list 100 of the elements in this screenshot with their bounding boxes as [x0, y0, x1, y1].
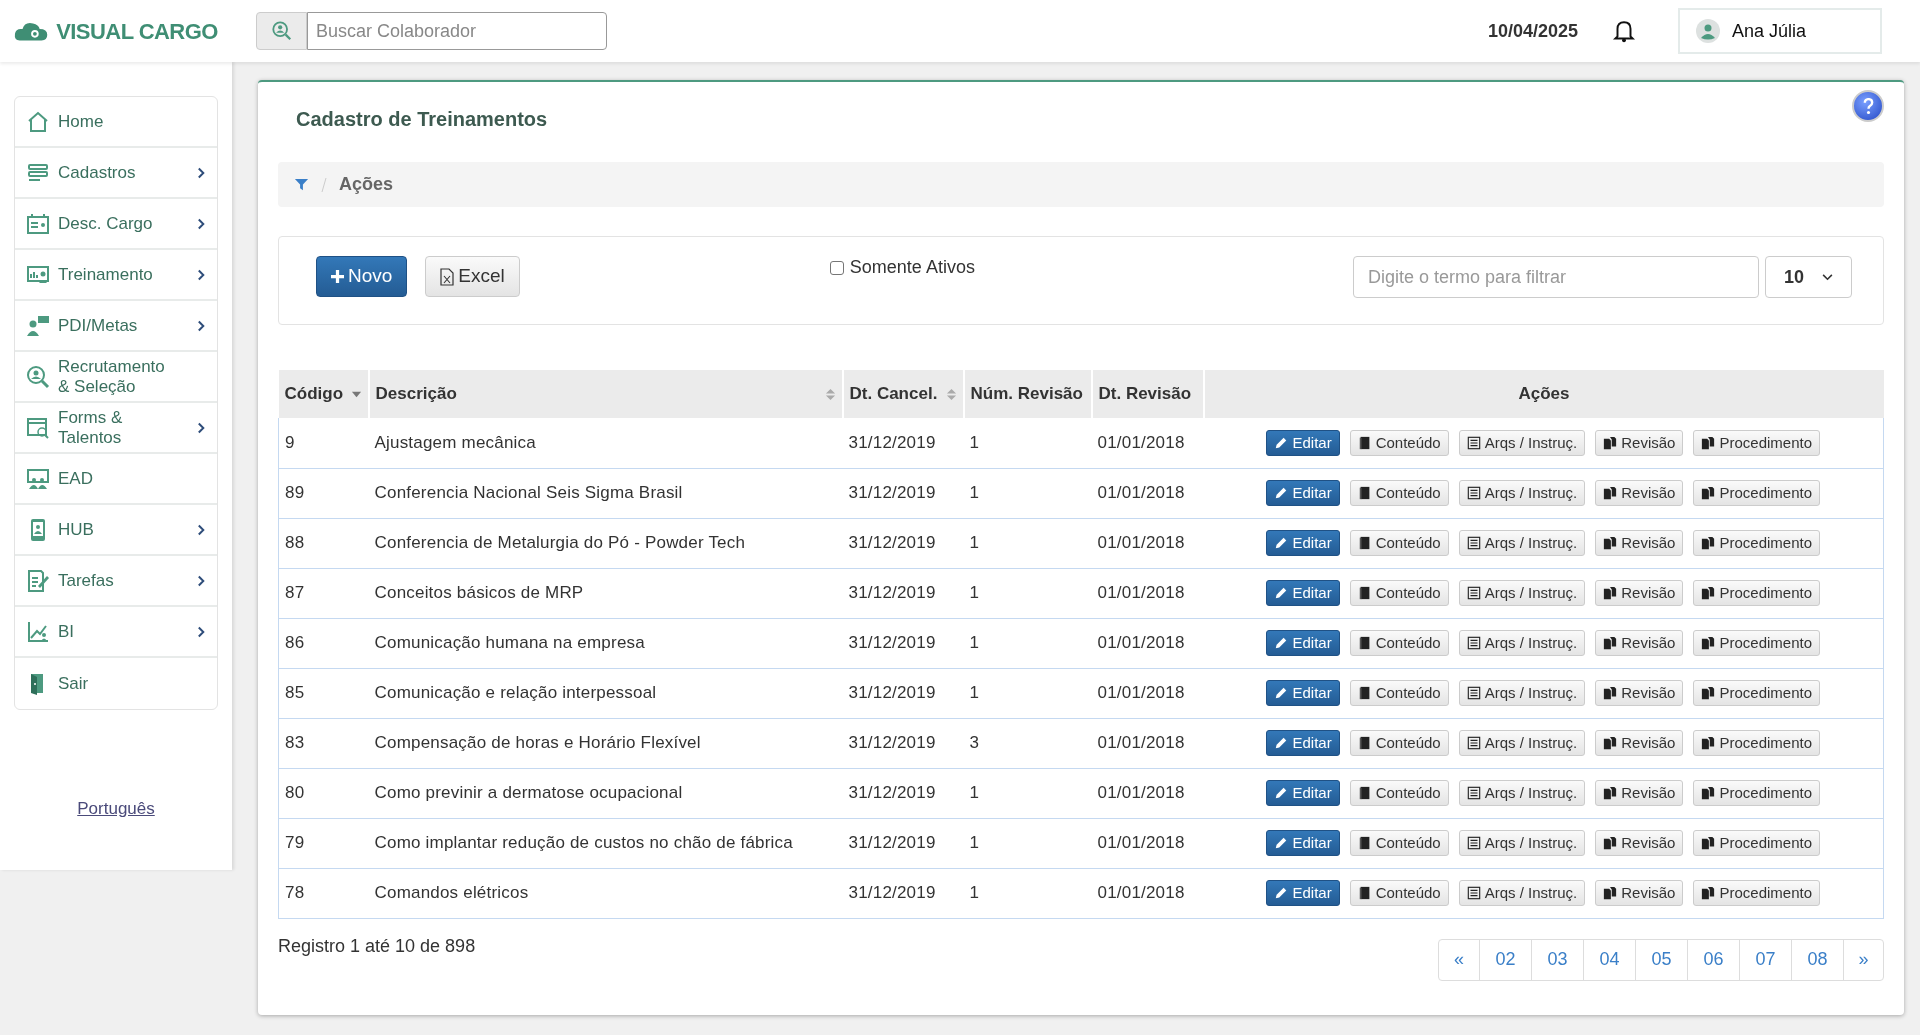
page-link[interactable]: 08	[1791, 939, 1843, 980]
action-button[interactable]: Revisão	[1595, 780, 1684, 806]
action-button[interactable]: Procedimento	[1693, 580, 1820, 606]
table-cell: Conferencia de Metalurgia do Pó - Powder Tech	[368, 518, 843, 568]
action-button[interactable]: Revisão	[1595, 429, 1684, 456]
sidebar-item[interactable]: Tarefas	[15, 556, 217, 607]
action-button[interactable]: Editar	[1266, 780, 1340, 806]
action-button[interactable]: Conteúdo	[1349, 480, 1449, 506]
action-button[interactable]: Conteúdo	[1349, 530, 1449, 556]
action-button[interactable]: Editar	[1266, 630, 1340, 656]
pencil-icon	[1274, 886, 1289, 900]
user-button[interactable]: Ana Júlia	[1678, 8, 1882, 54]
action-button[interactable]: Conteúdo	[1349, 730, 1449, 756]
search-button[interactable]	[256, 12, 307, 50]
page-link[interactable]: »	[1843, 939, 1883, 980]
page-link[interactable]: «	[1439, 939, 1479, 980]
action-button[interactable]: Arqs / Instruç.	[1458, 780, 1586, 806]
copy-icon	[1701, 536, 1716, 550]
page-link[interactable]: 06	[1687, 939, 1739, 980]
page-link[interactable]: 05	[1635, 939, 1687, 980]
sidebar-item[interactable]: Recrutamento & Seleção	[15, 352, 217, 403]
sidebar-item[interactable]: Cadastros	[15, 148, 217, 199]
sidebar-item[interactable]: Sair	[15, 658, 217, 709]
page-link[interactable]: 07	[1739, 939, 1791, 980]
column-header[interactable]: Núm. Revisão	[963, 370, 1092, 418]
column-header[interactable]: Dt. Revisão	[1091, 370, 1204, 418]
action-button[interactable]: Editar	[1266, 880, 1340, 906]
action-button[interactable]: Procedimento	[1693, 530, 1820, 556]
sidebar-item[interactable]: HUB	[15, 505, 217, 556]
filter-field[interactable]: Digite o termo para filtrar	[1353, 256, 1759, 298]
action-button[interactable]: Conteúdo	[1349, 880, 1449, 906]
action-button[interactable]: Revisão	[1595, 530, 1684, 556]
action-button[interactable]: Conteúdo	[1349, 680, 1449, 706]
action-button[interactable]: Arqs / Instruç.	[1458, 680, 1586, 706]
action-button[interactable]: Arqs / Instruç.	[1458, 480, 1586, 506]
action-button[interactable]: Revisão	[1595, 880, 1684, 906]
page-link[interactable]: 02	[1479, 939, 1531, 980]
action-button[interactable]: Editar	[1266, 730, 1340, 756]
action-button[interactable]: Revisão	[1595, 730, 1684, 756]
action-button[interactable]: Editar	[1266, 830, 1340, 856]
action-button[interactable]: Conteúdo	[1349, 429, 1449, 456]
book-icon	[1357, 536, 1372, 550]
action-button[interactable]: Revisão	[1595, 580, 1684, 606]
sidebar-item[interactable]: Treinamento	[15, 250, 217, 301]
action-button[interactable]: Arqs / Instruç.	[1458, 830, 1586, 856]
copy-icon	[1701, 686, 1716, 700]
sidebar-item[interactable]: Home	[15, 97, 217, 148]
action-button[interactable]: Procedimento	[1693, 630, 1820, 656]
action-button[interactable]: Procedimento	[1693, 429, 1820, 456]
sidebar-item[interactable]: Desc. Cargo	[15, 199, 217, 250]
action-button[interactable]: Editar	[1266, 480, 1340, 506]
action-button[interactable]: Revisão	[1595, 480, 1684, 506]
page-link[interactable]: 03	[1531, 939, 1583, 980]
sidebar-item[interactable]: PDI/Metas	[15, 301, 217, 352]
breadcrumb-item[interactable]: Ações	[339, 171, 394, 198]
action-button[interactable]: Revisão	[1595, 680, 1684, 706]
action-button[interactable]: Editar	[1266, 680, 1340, 706]
column-header[interactable]: Ações	[1203, 370, 1884, 418]
action-button[interactable]: Procedimento	[1693, 730, 1820, 756]
action-button[interactable]: Arqs / Instruç.	[1458, 429, 1586, 456]
action-button[interactable]: Arqs / Instruç.	[1458, 880, 1586, 906]
page-link[interactable]: 04	[1583, 939, 1635, 980]
excel-button[interactable]: Excel	[425, 256, 520, 297]
action-button[interactable]: Revisão	[1595, 630, 1684, 656]
column-header[interactable]: Código	[278, 370, 369, 418]
action-button[interactable]: Procedimento	[1693, 830, 1820, 856]
column-header[interactable]: Dt. Cancel.	[842, 370, 964, 418]
action-button[interactable]: Conteúdo	[1349, 630, 1449, 656]
action-button[interactable]: Conteúdo	[1349, 780, 1449, 806]
only-active-checkbox[interactable]: Somente Ativos	[829, 254, 975, 281]
table-cell: 01/01/2018	[1091, 768, 1204, 818]
action-button[interactable]: Arqs / Instruç.	[1458, 630, 1586, 656]
action-button[interactable]: Editar	[1266, 530, 1340, 556]
action-button[interactable]: Procedimento	[1693, 880, 1820, 906]
action-button[interactable]: Arqs / Instruç.	[1458, 730, 1586, 756]
copy-icon	[1603, 586, 1618, 600]
table-cell: Comunicação humana na empresa	[368, 618, 843, 668]
action-button[interactable]: Procedimento	[1693, 680, 1820, 706]
help-button[interactable]	[1852, 90, 1884, 122]
table-cell: 31/12/2019	[842, 418, 964, 468]
action-button[interactable]: Arqs / Instruç.	[1458, 530, 1586, 556]
search-field[interactable]: Buscar Colaborador	[307, 12, 607, 50]
chevron-right-icon	[197, 217, 206, 230]
sidebar-item[interactable]: BI	[15, 607, 217, 658]
action-button[interactable]: Arqs / Instruç.	[1458, 580, 1586, 606]
language-link[interactable]: Português	[77, 796, 155, 822]
question-mark-icon	[1862, 97, 1874, 115]
action-button[interactable]: Editar	[1266, 429, 1340, 456]
action-button[interactable]: Editar	[1266, 580, 1340, 606]
action-button[interactable]: Procedimento	[1693, 480, 1820, 506]
sidebar-item[interactable]: Forms & Talentos	[15, 403, 217, 454]
page-size-select[interactable]: 10	[1765, 256, 1852, 298]
action-button[interactable]: Conteúdo	[1349, 830, 1449, 856]
sidebar-item[interactable]: EAD	[15, 454, 217, 505]
action-button[interactable]: Conteúdo	[1349, 580, 1449, 606]
column-header[interactable]: Descrição	[368, 370, 843, 418]
action-button[interactable]: Procedimento	[1693, 780, 1820, 806]
logo-text: VISUAL CARGO	[56, 17, 218, 46]
new-button[interactable]: Novo	[316, 256, 408, 297]
action-button[interactable]: Revisão	[1595, 830, 1684, 856]
